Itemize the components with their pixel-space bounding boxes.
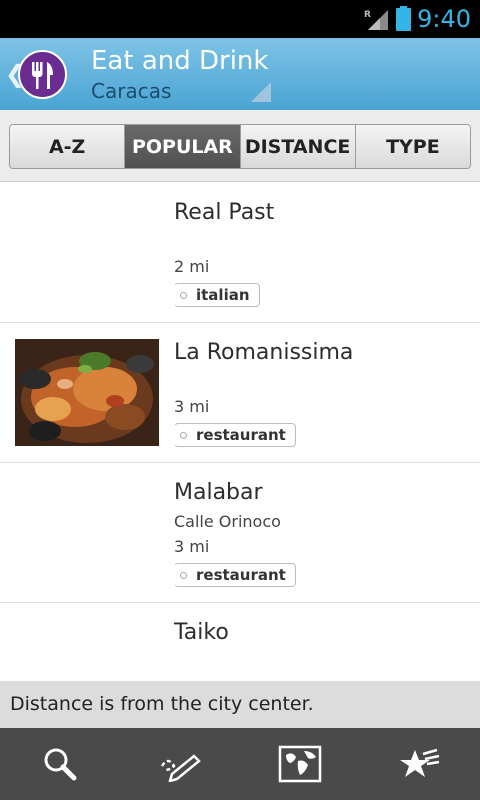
- place-type-tag[interactable]: restaurant: [174, 563, 296, 587]
- place-name: La Romanissima: [174, 340, 354, 365]
- sort-tabs-bar: A-Z POPULAR DISTANCE TYPE: [0, 110, 480, 182]
- place-name: Real Past: [174, 200, 275, 225]
- place-type-tag[interactable]: italian: [174, 283, 260, 307]
- place-type-tag[interactable]: restaurant: [174, 423, 296, 447]
- info-bar: Distance is from the city center.: [0, 681, 480, 728]
- place-address: Calle Orinoco: [174, 512, 281, 531]
- edit-note-icon[interactable]: [120, 728, 240, 800]
- places-list[interactable]: Real Past 2 mi italian La Romanissima 3 …: [0, 183, 480, 681]
- favorites-icon[interactable]: [360, 728, 480, 800]
- place-distance: 2 mi: [174, 257, 210, 276]
- battery-icon: [396, 6, 411, 31]
- list-item[interactable]: Malabar Calle Orinoco 3 mi restaurant: [0, 463, 480, 603]
- place-distance: 3 mi: [174, 397, 210, 416]
- status-bar: R 9:40: [0, 0, 480, 38]
- page-title: Eat and Drink: [91, 46, 269, 76]
- tag-icon: [180, 432, 187, 439]
- tab-a-z[interactable]: A-Z: [10, 125, 126, 168]
- action-bar: ❮ Eat and Drink Caracas: [0, 38, 480, 110]
- list-item[interactable]: Real Past 2 mi italian: [0, 183, 480, 323]
- place-name: Malabar: [174, 480, 263, 505]
- sort-tabs: A-Z POPULAR DISTANCE TYPE: [9, 124, 471, 169]
- tab-distance[interactable]: DISTANCE: [240, 125, 356, 168]
- place-photo: [15, 339, 159, 446]
- tag-icon: [180, 572, 187, 579]
- list-item[interactable]: Taiko: [0, 603, 480, 681]
- spinner-arrow-icon[interactable]: [251, 82, 271, 102]
- signal-icon: R: [364, 10, 388, 30]
- search-icon[interactable]: [0, 728, 120, 800]
- place-distance: 3 mi: [174, 537, 210, 556]
- map-icon[interactable]: [240, 728, 360, 800]
- bottom-toolbar: [0, 728, 480, 800]
- place-name: Taiko: [174, 620, 229, 645]
- svg-text:R: R: [364, 10, 371, 20]
- fork-knife-icon[interactable]: [18, 50, 67, 99]
- status-clock: 9:40: [417, 5, 471, 33]
- tab-popular[interactable]: POPULAR: [125, 125, 241, 168]
- city-spinner[interactable]: Caracas: [91, 78, 171, 104]
- list-item[interactable]: La Romanissima 3 mi restaurant: [0, 323, 480, 463]
- tab-type[interactable]: TYPE: [355, 125, 470, 168]
- tag-icon: [180, 292, 187, 299]
